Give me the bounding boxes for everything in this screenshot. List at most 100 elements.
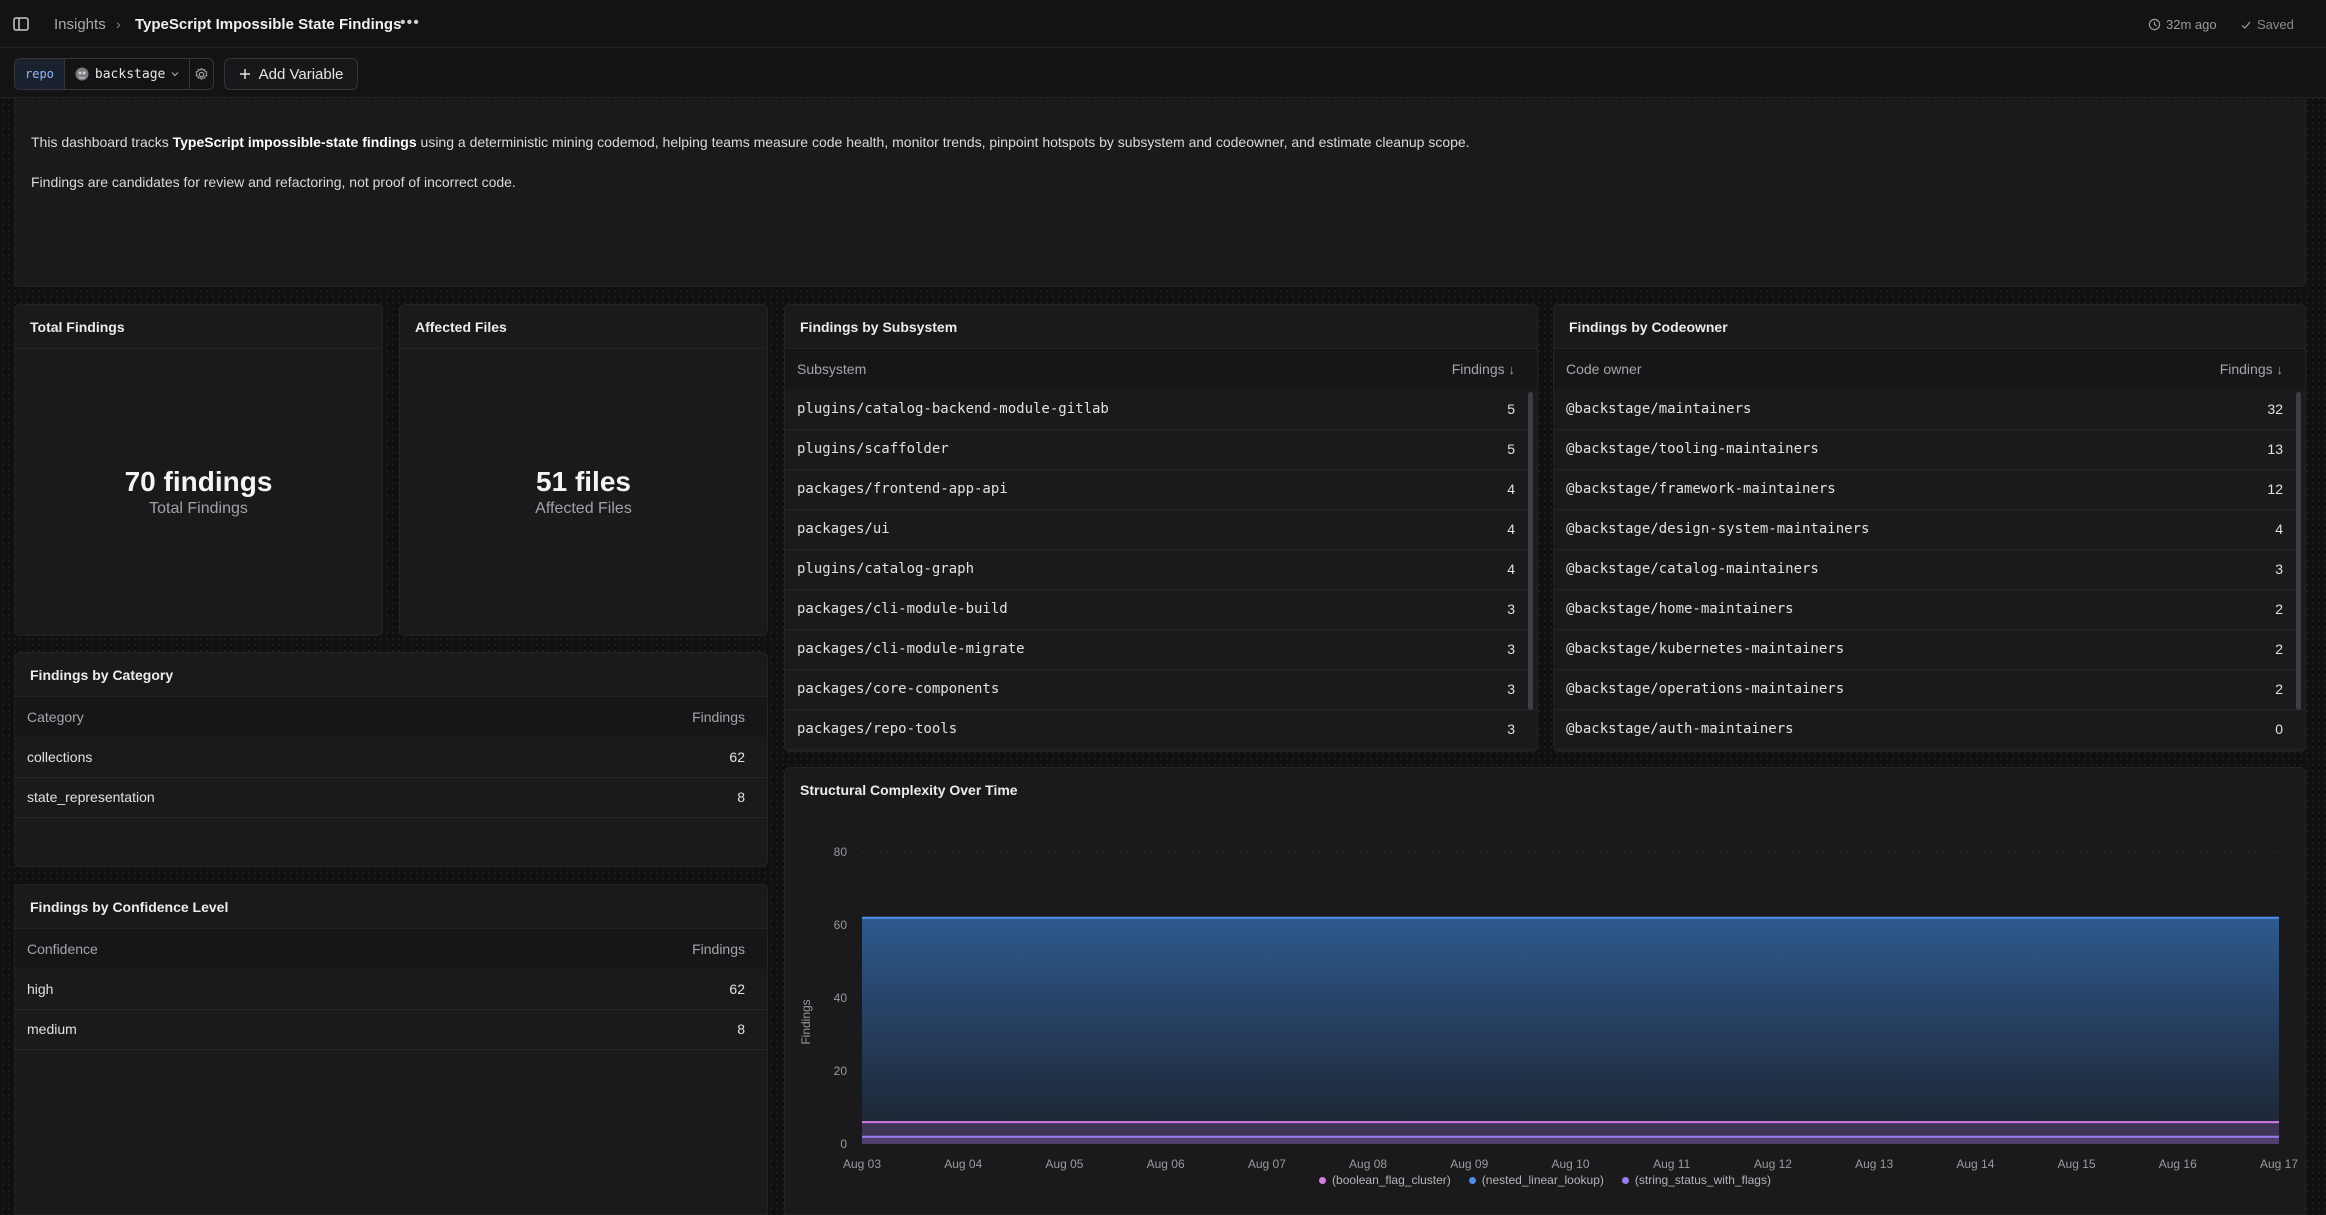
column-header-findings[interactable]: Findings [493,697,767,737]
table-row[interactable]: packages/ui 4 [785,509,1537,549]
row-count: 4 [2275,521,2283,537]
page-title: TypeScript Impossible State Findings [135,16,402,33]
variable-settings-button[interactable] [190,59,213,89]
row-name: @backstage/kubernetes-maintainers [1566,641,1845,657]
x-tick-label: Aug 15 [2058,1157,2096,1171]
category-table: Category Findings collections 62 state_rep… [15,697,767,818]
findings-by-subsystem-panel: Findings by Subsystem Subsystem Findings… [784,304,1538,752]
breadcrumb-chevron-icon: › [116,16,121,32]
findings-header-label: Findings [1451,361,1505,377]
legend-item[interactable]: (boolean_flag_cluster) [1319,1173,1451,1187]
x-tick-label: Aug 05 [1045,1157,1083,1171]
row-name: @backstage/design-system-maintainers [1566,521,1870,537]
table-row[interactable]: packages/cli-module-migrate 3 [785,629,1537,669]
saved-text: Saved [2257,17,2294,32]
x-tick-label: Aug 17 [2260,1157,2298,1171]
findings-header-label: Findings [2219,361,2273,377]
row-count: 3 [1507,681,1515,697]
row-count: 3 [1507,601,1515,617]
variable-bar: repo backstage Add Variable [0,48,2326,98]
row-name: @backstage/tooling-maintainers [1566,441,1819,457]
table-row[interactable]: plugins/scaffolder 5 [785,429,1537,469]
table-row[interactable]: @backstage/home-maintainers 2 [1554,589,2305,629]
repo-avatar-icon [75,67,89,81]
x-tick-label: Aug 14 [1956,1157,1994,1171]
table-row[interactable]: plugins/catalog-graph 4 [785,549,1537,589]
table-row[interactable]: @backstage/catalog-maintainers 3 [1554,549,2305,589]
breadcrumb-insights[interactable]: Insights [54,16,106,33]
affected-files-panel: Affected Files 51 files Affected Files [399,304,768,636]
row-name: collections [27,748,93,765]
legend-item[interactable]: (string_status_with_flags) [1621,1173,1771,1187]
intro-text-panel: This dashboard tracks TypeScript impossi… [14,99,2306,287]
add-variable-button[interactable]: Add Variable [224,58,358,90]
table-row[interactable]: packages/cli-module-build 3 [785,589,1537,629]
more-options-button[interactable]: ••• [400,14,420,32]
row-count: 5 [1507,441,1515,457]
findings-by-codeowner-panel: Findings by Codeowner Code owner Finding… [1553,304,2306,752]
panel-title: Findings by Confidence Level [15,885,767,929]
table-row[interactable]: plugins/catalog-backend-module-gitlab 5 [785,389,1537,429]
column-header-category[interactable]: Category [15,697,493,737]
table-row[interactable]: high 62 [15,969,767,1009]
y-tick-label: 20 [834,1064,848,1078]
row-count: 5 [1507,400,1515,417]
row-name: packages/cli-module-build [797,601,1008,617]
variable-value: backstage [94,66,166,82]
table-row[interactable]: collections 62 [15,737,767,777]
table-row[interactable]: packages/repo-tools 3 [785,709,1537,749]
x-tick-label: Aug 12 [1754,1157,1792,1171]
x-tick-label: Aug 16 [2159,1157,2197,1171]
panel-title: Findings by Category [15,653,767,697]
intro-line-1-prefix: This dashboard tracks [31,134,173,150]
panel-title: Findings by Codeowner [1554,305,2305,349]
legend-dot-icon [1319,1176,1327,1184]
column-header-subsystem[interactable]: Subsystem [785,349,1368,389]
y-tick-label: 40 [834,991,848,1005]
table-row[interactable]: @backstage/kubernetes-maintainers 2 [1554,629,2305,669]
row-name: medium [27,1021,77,1037]
sidebar-toggle-icon[interactable] [12,15,30,33]
table-row[interactable]: @backstage/framework-maintainers 12 [1554,469,2305,509]
add-variable-label: Add Variable [258,65,344,83]
table-row[interactable]: medium 8 [15,1009,767,1049]
legend-dot-icon [1621,1176,1629,1184]
table-row[interactable]: @backstage/design-system-maintainers 4 [1554,509,2305,549]
table-row[interactable]: packages/frontend-app-api 4 [785,469,1537,509]
intro-line-1-suffix: using a deterministic mining codemod, he… [416,134,1470,150]
last-updated: 32m ago [2148,17,2217,32]
table-row[interactable]: @backstage/maintainers 32 [1554,389,2305,429]
saved-status: Saved [2240,17,2294,32]
column-header-findings[interactable]: Findings ↓ [2133,349,2305,389]
legend-label: (boolean_flag_cluster) [1332,1173,1451,1187]
column-header-code-owner[interactable]: Code owner [1554,349,2133,389]
panel-title: Affected Files [400,305,767,349]
total-findings-value: 70 findings [124,466,273,497]
chart-title: Structural Complexity Over Time [800,782,1018,798]
column-header-confidence[interactable]: Confidence [15,929,407,969]
column-header-findings[interactable]: Findings ↓ [1368,349,1537,389]
table-row[interactable]: @backstage/tooling-maintainers 13 [1554,429,2305,469]
table-row[interactable]: state_representation 8 [15,777,767,817]
series-area [862,917,2279,1144]
legend-item[interactable]: (nested_linear_lookup) [1468,1173,1604,1187]
row-count: 62 [729,748,745,765]
repo-variable-chip: repo backstage [14,58,214,90]
table-row[interactable]: packages/core-components 3 [785,669,1537,709]
column-header-findings[interactable]: Findings [407,929,767,969]
time-ago-text: 32m ago [2166,17,2217,32]
sort-desc-icon: ↓ [1508,362,1516,377]
series-area [862,1136,2279,1144]
row-name: packages/ui [797,521,890,537]
row-count: 8 [737,789,745,805]
scrollbar-thumb[interactable] [2296,392,2301,710]
repo-variable-select[interactable]: backstage [65,59,191,89]
row-count: 4 [1507,481,1515,497]
intro-line-2: Findings are candidates for review and r… [31,174,516,190]
scrollbar-thumb[interactable] [1528,392,1533,710]
table-row[interactable]: @backstage/auth-maintainers 0 [1554,709,2305,749]
table-row[interactable]: @backstage/operations-maintainers 2 [1554,669,2305,709]
row-count: 2 [2275,601,2283,617]
row-name: @backstage/operations-maintainers [1566,681,1845,697]
x-tick-label: Aug 03 [843,1157,881,1171]
